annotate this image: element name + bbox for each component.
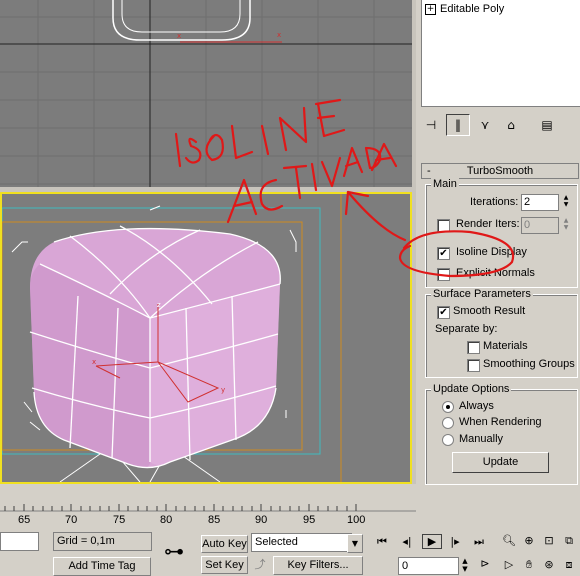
annotation-overlay [174, 98, 515, 278]
annotation-handwriting [174, 98, 515, 278]
